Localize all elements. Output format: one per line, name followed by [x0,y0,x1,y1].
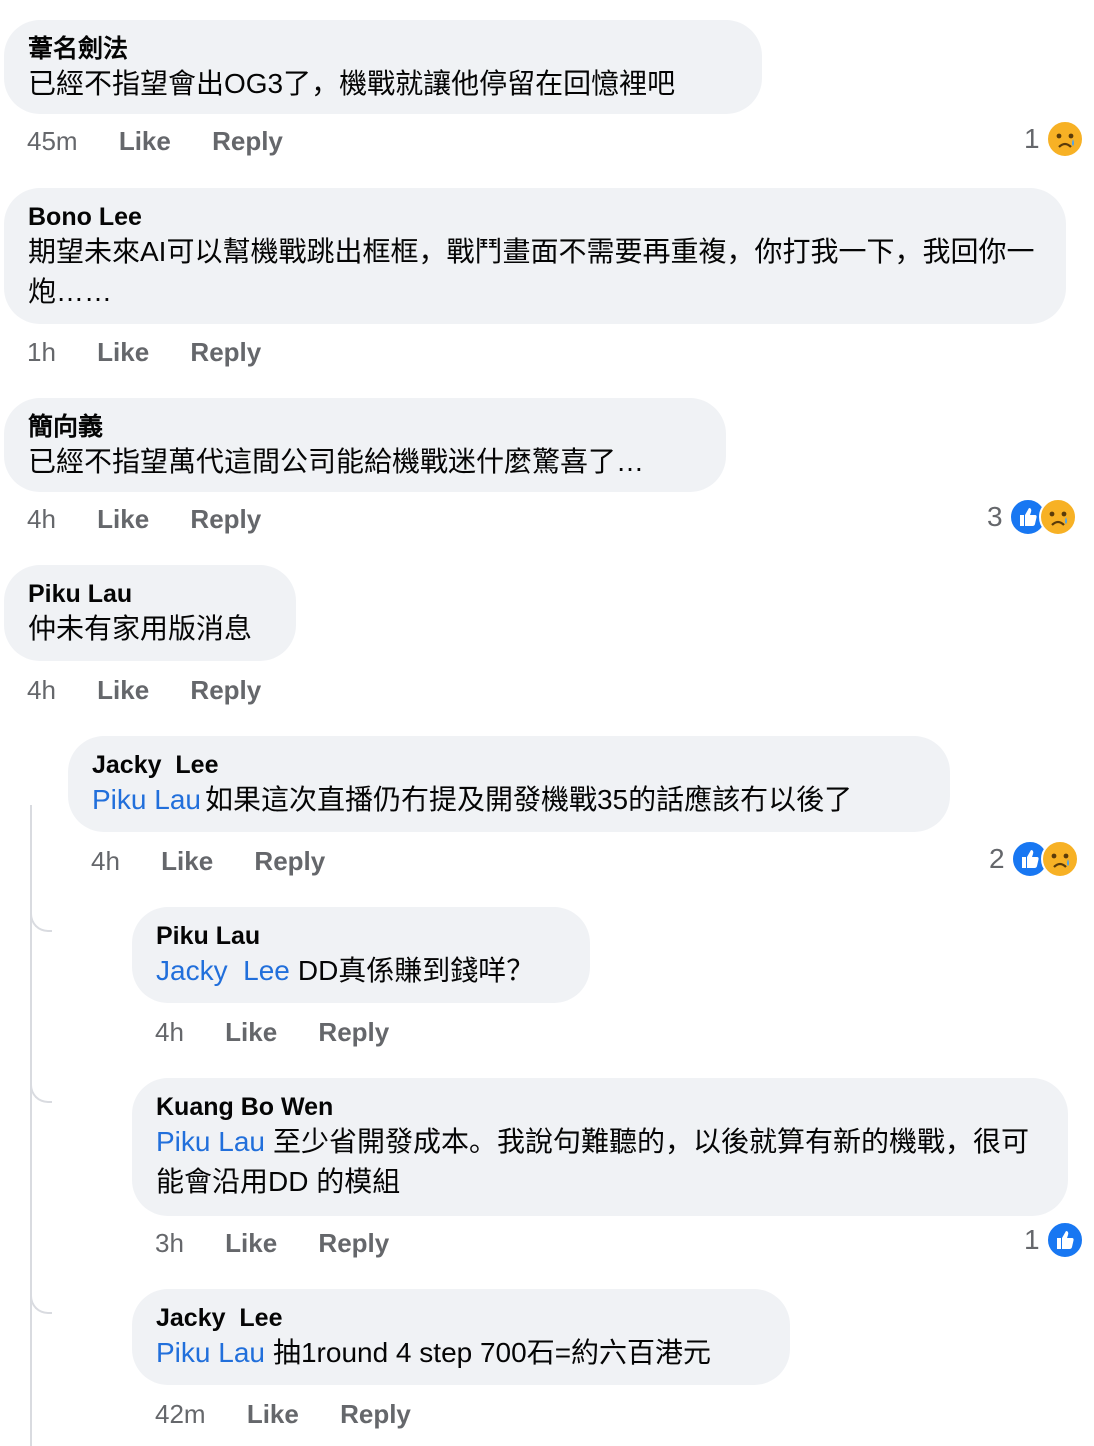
reply-timestamp[interactable]: 3h [155,1228,184,1258]
like-button[interactable]: Like [97,504,149,534]
thread-line [30,805,32,1446]
reply-text: Piku Lau 抽1round 4 step 700石=約六百港元 [156,1333,766,1373]
like-button[interactable]: Like [97,337,149,367]
reply-button[interactable]: Reply [318,1228,389,1258]
reaction-summary[interactable]: 1 [1024,120,1084,158]
reaction-summary[interactable]: 1 [1024,1221,1084,1259]
reply-actions: 4h Like Reply [155,1017,423,1047]
reply-body: 抽1round 4 step 700石=約六百港元 [272,1337,712,1368]
comment-bubble: Piku Lau 仲未有家用版消息 [4,565,296,661]
sad-icon [1040,840,1079,878]
reply-author[interactable]: Jacky Lee [156,1303,766,1333]
comment-bubble: Bono Lee 期望未來AI可以幫機戰跳出框框，戰鬥畫面不需要再重複，你打我一… [4,188,1066,324]
reply-author[interactable]: Piku Lau [156,921,566,951]
reaction-summary[interactable]: 3 [987,498,1077,536]
comment-text: 仲未有家用版消息 [28,613,253,644]
comment-actions: 1h Like Reply [27,337,295,367]
like-button[interactable]: Like [225,1228,277,1258]
reaction-count: 1 [1024,1224,1040,1255]
comment-author[interactable]: Piku Lau [28,579,272,609]
comment-text: 已經不指望會出OG3了，機戰就讓他停留在回憶裡吧 [28,68,676,99]
comment-bubble: 簡向義 已經不指望萬代這間公司能給機戰迷什麼驚喜了… [4,398,726,492]
comment-timestamp[interactable]: 4h [27,675,56,705]
like-icon [1045,1221,1084,1259]
thread-connector [30,1079,52,1103]
like-button[interactable]: Like [119,126,171,156]
reply-actions: 42m Like Reply [155,1399,445,1429]
reply-bubble: Piku Lau Jacky Lee DD真係賺到錢咩？ [132,907,590,1003]
thread-connector [30,908,52,932]
mention-link[interactable]: Piku Lau [156,1126,265,1157]
mention-link[interactable]: Piku Lau [92,784,201,815]
comment-actions: 4h Like Reply [27,504,295,534]
comment-author[interactable]: 簡向義 [28,412,702,442]
like-button[interactable]: Like [247,1399,299,1429]
reply-timestamp[interactable]: 4h [155,1017,184,1047]
mention-link[interactable]: Jacky Lee [156,955,290,986]
reply-author[interactable]: Jacky Lee [92,750,926,780]
reply-button[interactable]: Reply [318,1017,389,1047]
comment-bubble: 葦名劍法 已經不指望會出OG3了，機戰就讓他停留在回憶裡吧 [4,20,762,114]
reply-timestamp[interactable]: 42m [155,1399,206,1429]
reply-body: DD真係賺到錢咩？ [297,955,535,986]
like-button[interactable]: Like [225,1017,277,1047]
thread-connector [30,1290,52,1314]
reply-text: Piku Lau 如果這次直播仍冇提及開發機戰35的話應該冇以後了 [92,780,926,820]
mention-link[interactable]: Piku Lau [156,1337,265,1368]
reply-actions: 4h Like Reply [91,846,359,876]
reply-bubble: Jacky Lee Piku Lau 抽1round 4 step 700石=約六… [132,1289,790,1385]
reply-button[interactable]: Reply [190,337,261,367]
reply-text: Piku Lau 至少省開發成本。我說句難聽的，以後就算有新的機戰，很可能會沿用D… [156,1122,1044,1202]
reply-button[interactable]: Reply [254,846,325,876]
reaction-summary[interactable]: 2 [989,840,1079,878]
comment-text: 已經不指望萬代這間公司能給機戰迷什麼驚喜了… [28,446,645,477]
comment-actions: 45m Like Reply [27,126,317,156]
reply-actions: 3h Like Reply [155,1228,423,1258]
sad-icon [1038,498,1077,536]
comment-timestamp[interactable]: 45m [27,126,78,156]
like-button[interactable]: Like [161,846,213,876]
reply-button[interactable]: Reply [190,675,261,705]
comment-author[interactable]: Bono Lee [28,202,1042,232]
reaction-count: 3 [987,501,1003,532]
comment-timestamp[interactable]: 1h [27,337,56,367]
comment-timestamp[interactable]: 4h [27,504,56,534]
reply-body: 至少省開發成本。我說句難聽的，以後就算有新的機戰，很可能會沿用DD 的模組 [156,1126,1029,1197]
reply-button[interactable]: Reply [190,504,261,534]
reply-bubble: Kuang Bo Wen Piku Lau 至少省開發成本。我說句難聽的，以後就算… [132,1078,1068,1216]
reply-timestamp[interactable]: 4h [91,846,120,876]
reply-body: 如果這次直播仍冇提及開發機戰35的話應該冇以後了 [204,784,853,815]
like-button[interactable]: Like [97,675,149,705]
comment-text: 期望未來AI可以幫機戰跳出框框，戰鬥畫面不需要再重複，你打我一下，我回你一炮…… [28,236,1035,307]
reaction-count: 2 [989,843,1005,874]
reply-button[interactable]: Reply [212,126,283,156]
reply-author[interactable]: Kuang Bo Wen [156,1092,1044,1122]
comment-author[interactable]: 葦名劍法 [28,34,738,64]
reply-bubble: Jacky Lee Piku Lau 如果這次直播仍冇提及開發機戰35的話應該冇以… [68,736,950,832]
reaction-count: 1 [1024,123,1040,154]
reply-text: Jacky Lee DD真係賺到錢咩？ [156,951,566,991]
reply-button[interactable]: Reply [340,1399,411,1429]
comment-actions: 4h Like Reply [27,675,295,705]
sad-icon [1045,120,1084,158]
